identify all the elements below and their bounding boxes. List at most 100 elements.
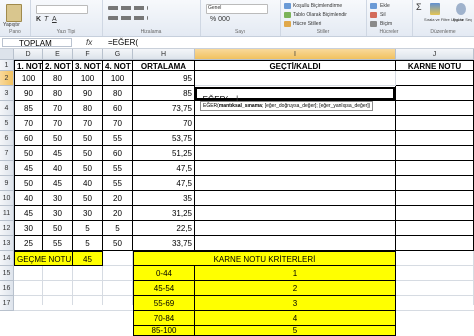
row-header[interactable]: 1 [0,60,14,71]
table-cell[interactable]: 40 [14,191,43,206]
criteria-range[interactable]: 85-100 [133,326,195,336]
criteria-grade[interactable]: 1 [195,266,396,281]
table-cell[interactable]: 30 [43,191,73,206]
table-cell[interactable] [396,86,474,101]
row-header[interactable]: 10 [0,191,14,206]
table-cell[interactable]: 30 [14,221,43,236]
table-cell[interactable]: 50 [14,146,43,161]
column-header[interactable]: G [103,49,133,60]
table-cell[interactable] [195,116,396,131]
table-cell[interactable] [396,191,474,206]
conditional-format-button[interactable]: Koşullu Biçimlendirme [293,3,342,9]
table-cell[interactable] [396,176,474,191]
column-header[interactable]: I [195,49,396,60]
fx-icon[interactable]: fx [86,38,92,47]
align-top-icons[interactable] [108,6,148,10]
select-all-corner[interactable] [0,49,14,60]
table-header-cell[interactable]: 3. NOT [73,60,103,71]
table-header-cell[interactable]: 2. NOT [43,60,73,71]
insert-button[interactable]: Ekle [380,3,390,9]
row-header[interactable]: 16 [0,281,14,296]
table-cell[interactable]: 90 [14,86,43,101]
table-cell[interactable]: 70 [133,116,195,131]
table-cell[interactable]: 33,75 [133,236,195,251]
row-header[interactable]: 3 [0,86,14,101]
criteria-grade[interactable]: 2 [195,281,396,296]
font-name-dropdown[interactable] [36,5,88,14]
table-cell[interactable]: 40 [73,176,103,191]
table-cell[interactable]: 90 [73,86,103,101]
table-cell[interactable]: 25 [14,236,43,251]
table-cell[interactable]: 55 [43,236,73,251]
table-cell[interactable]: 5 [103,221,133,236]
sort-filter-icon[interactable] [430,3,440,15]
table-cell[interactable]: 50 [43,131,73,146]
table-cell[interactable]: 5 [73,221,103,236]
table-format-button[interactable]: Tablo Olarak Biçimlendir [293,12,347,18]
table-cell[interactable] [396,236,474,251]
table-cell[interactable]: 80 [43,86,73,101]
table-cell[interactable]: 53,75 [133,131,195,146]
table-cell[interactable]: 85 [14,101,43,116]
table-cell[interactable]: 80 [73,101,103,116]
row-header[interactable]: 5 [0,116,14,131]
table-cell[interactable]: 60 [14,131,43,146]
find-select-button[interactable]: Bul ve Seç [453,17,472,22]
table-cell[interactable]: 70 [43,116,73,131]
table-cell[interactable]: 31,25 [133,206,195,221]
table-cell[interactable]: 50 [14,176,43,191]
table-cell[interactable]: 95 [133,71,195,86]
table-cell[interactable]: 85 [133,86,195,101]
row-header[interactable]: 8 [0,161,14,176]
table-cell[interactable]: 30 [43,206,73,221]
row-header[interactable]: 6 [0,131,14,146]
row-header[interactable]: 15 [0,266,14,281]
table-cell[interactable]: 35 [133,191,195,206]
criteria-grade[interactable]: 4 [195,311,396,326]
table-cell[interactable] [396,161,474,176]
table-cell[interactable]: 60 [103,146,133,161]
table-cell[interactable] [396,116,474,131]
find-select-icon[interactable] [456,3,466,15]
table-cell[interactable]: 47,5 [133,161,195,176]
table-cell[interactable] [195,131,396,146]
table-cell[interactable]: 55 [103,161,133,176]
table-cell[interactable]: 45 [43,176,73,191]
table-cell[interactable]: 70 [14,116,43,131]
column-header[interactable]: E [43,49,73,60]
row-header[interactable]: 2 [0,71,14,86]
table-cell[interactable]: 50 [73,146,103,161]
table-cell[interactable]: 100 [14,71,43,86]
table-cell[interactable] [195,236,396,251]
table-cell[interactable]: 30 [73,206,103,221]
table-header-cell[interactable]: ORTALAMA [133,60,195,71]
table-cell[interactable] [195,176,396,191]
table-cell[interactable]: 22,5 [133,221,195,236]
formula-input[interactable]: =EĞER( [108,38,138,47]
table-header-cell[interactable]: GEÇTİ/KALDI [195,60,396,71]
table-cell[interactable]: 60 [103,101,133,116]
table-cell[interactable]: 80 [103,86,133,101]
row-header[interactable]: 13 [0,236,14,251]
table-cell[interactable]: 70 [73,116,103,131]
table-header-cell[interactable]: 1. NOT [14,60,43,71]
table-cell[interactable]: 70 [103,116,133,131]
table-cell[interactable]: 80 [43,71,73,86]
table-cell[interactable]: 73,75 [133,101,195,116]
row-header[interactable]: 11 [0,206,14,221]
row-header[interactable]: 14 [0,251,14,266]
table-cell[interactable]: 50 [43,221,73,236]
row-header[interactable]: 9 [0,176,14,191]
table-cell[interactable] [396,206,474,221]
column-header[interactable]: H [133,49,195,60]
delete-button[interactable]: Sil [380,12,386,18]
table-cell[interactable]: 20 [103,191,133,206]
name-box[interactable]: TOPLAM [2,38,72,48]
table-cell[interactable] [195,161,396,176]
table-header-cell[interactable]: 4. NOT [103,60,133,71]
table-cell[interactable] [195,146,396,161]
table-cell[interactable] [396,131,474,146]
table-cell[interactable] [195,191,396,206]
percent-button[interactable]: % 000 [210,16,230,23]
pass-grade-label[interactable]: GEÇME NOTU [14,251,73,266]
